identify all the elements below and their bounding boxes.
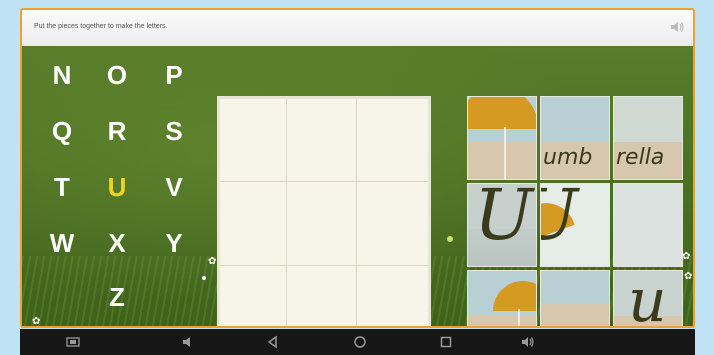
volume-up-icon[interactable] (520, 334, 536, 350)
flower-icon: ✿ (684, 271, 693, 282)
letter-button-n[interactable]: N (42, 60, 82, 91)
system-navigation-bar (20, 329, 695, 355)
letter-button-w[interactable]: W (42, 228, 82, 259)
letter-button-y[interactable]: Y (154, 228, 194, 259)
letter-button-s[interactable]: S (154, 116, 194, 147)
puzzle-piece[interactable] (540, 270, 610, 326)
letter-button-q[interactable]: Q (42, 116, 82, 147)
flower-icon: ✿ (682, 251, 691, 262)
letter-fragment: U (474, 183, 533, 256)
instruction-bar: Put the pieces together to make the lett… (22, 10, 693, 47)
letter-button-t[interactable]: T (42, 172, 82, 203)
letter-button-r[interactable]: R (97, 116, 137, 147)
recents-icon[interactable] (438, 334, 454, 350)
bokeh-dot (447, 236, 453, 242)
speaker-icon[interactable] (669, 19, 685, 35)
puzzle-piece[interactable] (467, 96, 537, 180)
letter-button-x[interactable]: X (97, 228, 137, 259)
puzzle-board[interactable] (217, 96, 431, 326)
puzzle-piece[interactable]: U (467, 183, 537, 267)
letter-button-o[interactable]: O (97, 60, 137, 91)
instruction-text: Put the pieces together to make the lett… (34, 23, 168, 30)
letter-fragment: u (628, 270, 667, 328)
game-field: ✿ ✿ ✿ ✿ ✿ NOPQRSTUVWXYZ umb (22, 46, 693, 326)
puzzle-pieces-tray: umb rella U U (467, 96, 683, 328)
letter-selector: NOP QRS TUV WXYZ (42, 60, 227, 320)
volume-down-icon[interactable] (180, 334, 196, 350)
flower-icon: ✿ (32, 316, 41, 327)
word-fragment: umb (543, 145, 593, 170)
app-window: Put the pieces together to make the lett… (20, 8, 695, 328)
word-fragment: rella (616, 145, 665, 170)
puzzle-piece[interactable] (467, 270, 537, 326)
screenshot-icon[interactable] (65, 334, 81, 350)
letter-button-p[interactable]: P (154, 60, 194, 91)
back-icon[interactable] (265, 334, 281, 350)
puzzle-piece[interactable]: u (613, 270, 683, 328)
puzzle-piece[interactable]: umb (540, 96, 610, 180)
letter-button-z[interactable]: Z (97, 282, 137, 313)
puzzle-piece[interactable]: U (540, 183, 610, 267)
letter-fragment: U (541, 184, 578, 250)
puzzle-piece[interactable] (613, 183, 683, 267)
letter-button-v[interactable]: V (154, 172, 194, 203)
letter-button-u[interactable]: U (97, 172, 137, 203)
puzzle-piece[interactable]: rella (613, 96, 683, 180)
home-icon[interactable] (352, 334, 368, 350)
